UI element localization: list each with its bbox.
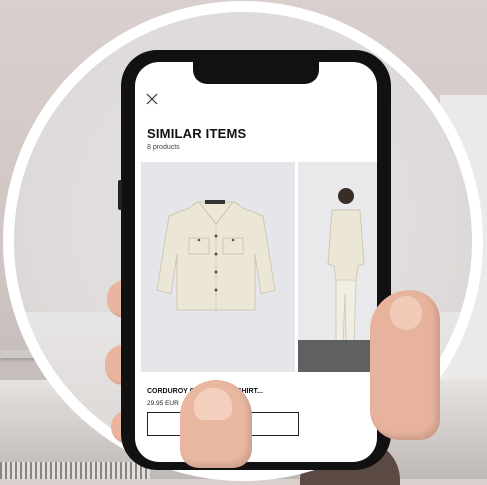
jacket-image bbox=[156, 200, 276, 311]
tapping-thumb bbox=[180, 380, 252, 468]
smartphone: SIMILAR ITEMS 8 products CORDUROY OVE 29… bbox=[118, 50, 391, 470]
product-card[interactable] bbox=[141, 162, 295, 372]
similar-items-carousel[interactable] bbox=[135, 162, 377, 372]
close-icon[interactable] bbox=[145, 92, 159, 106]
product-card[interactable] bbox=[298, 162, 377, 372]
right-hand-thumb bbox=[370, 290, 440, 440]
phone-notch bbox=[193, 62, 319, 84]
photo-floor bbox=[298, 340, 377, 372]
phone-screen: SIMILAR ITEMS 8 products CORDUROY OVE 29… bbox=[135, 62, 377, 462]
product-price: 29.95 EUR bbox=[147, 400, 179, 407]
thumb-nail bbox=[194, 388, 232, 420]
thumbnail-nail bbox=[390, 296, 422, 330]
model-image bbox=[327, 188, 365, 348]
product-count: 8 products bbox=[147, 144, 180, 151]
phone-side-button bbox=[118, 180, 122, 210]
page-title: SIMILAR ITEMS bbox=[147, 126, 247, 141]
